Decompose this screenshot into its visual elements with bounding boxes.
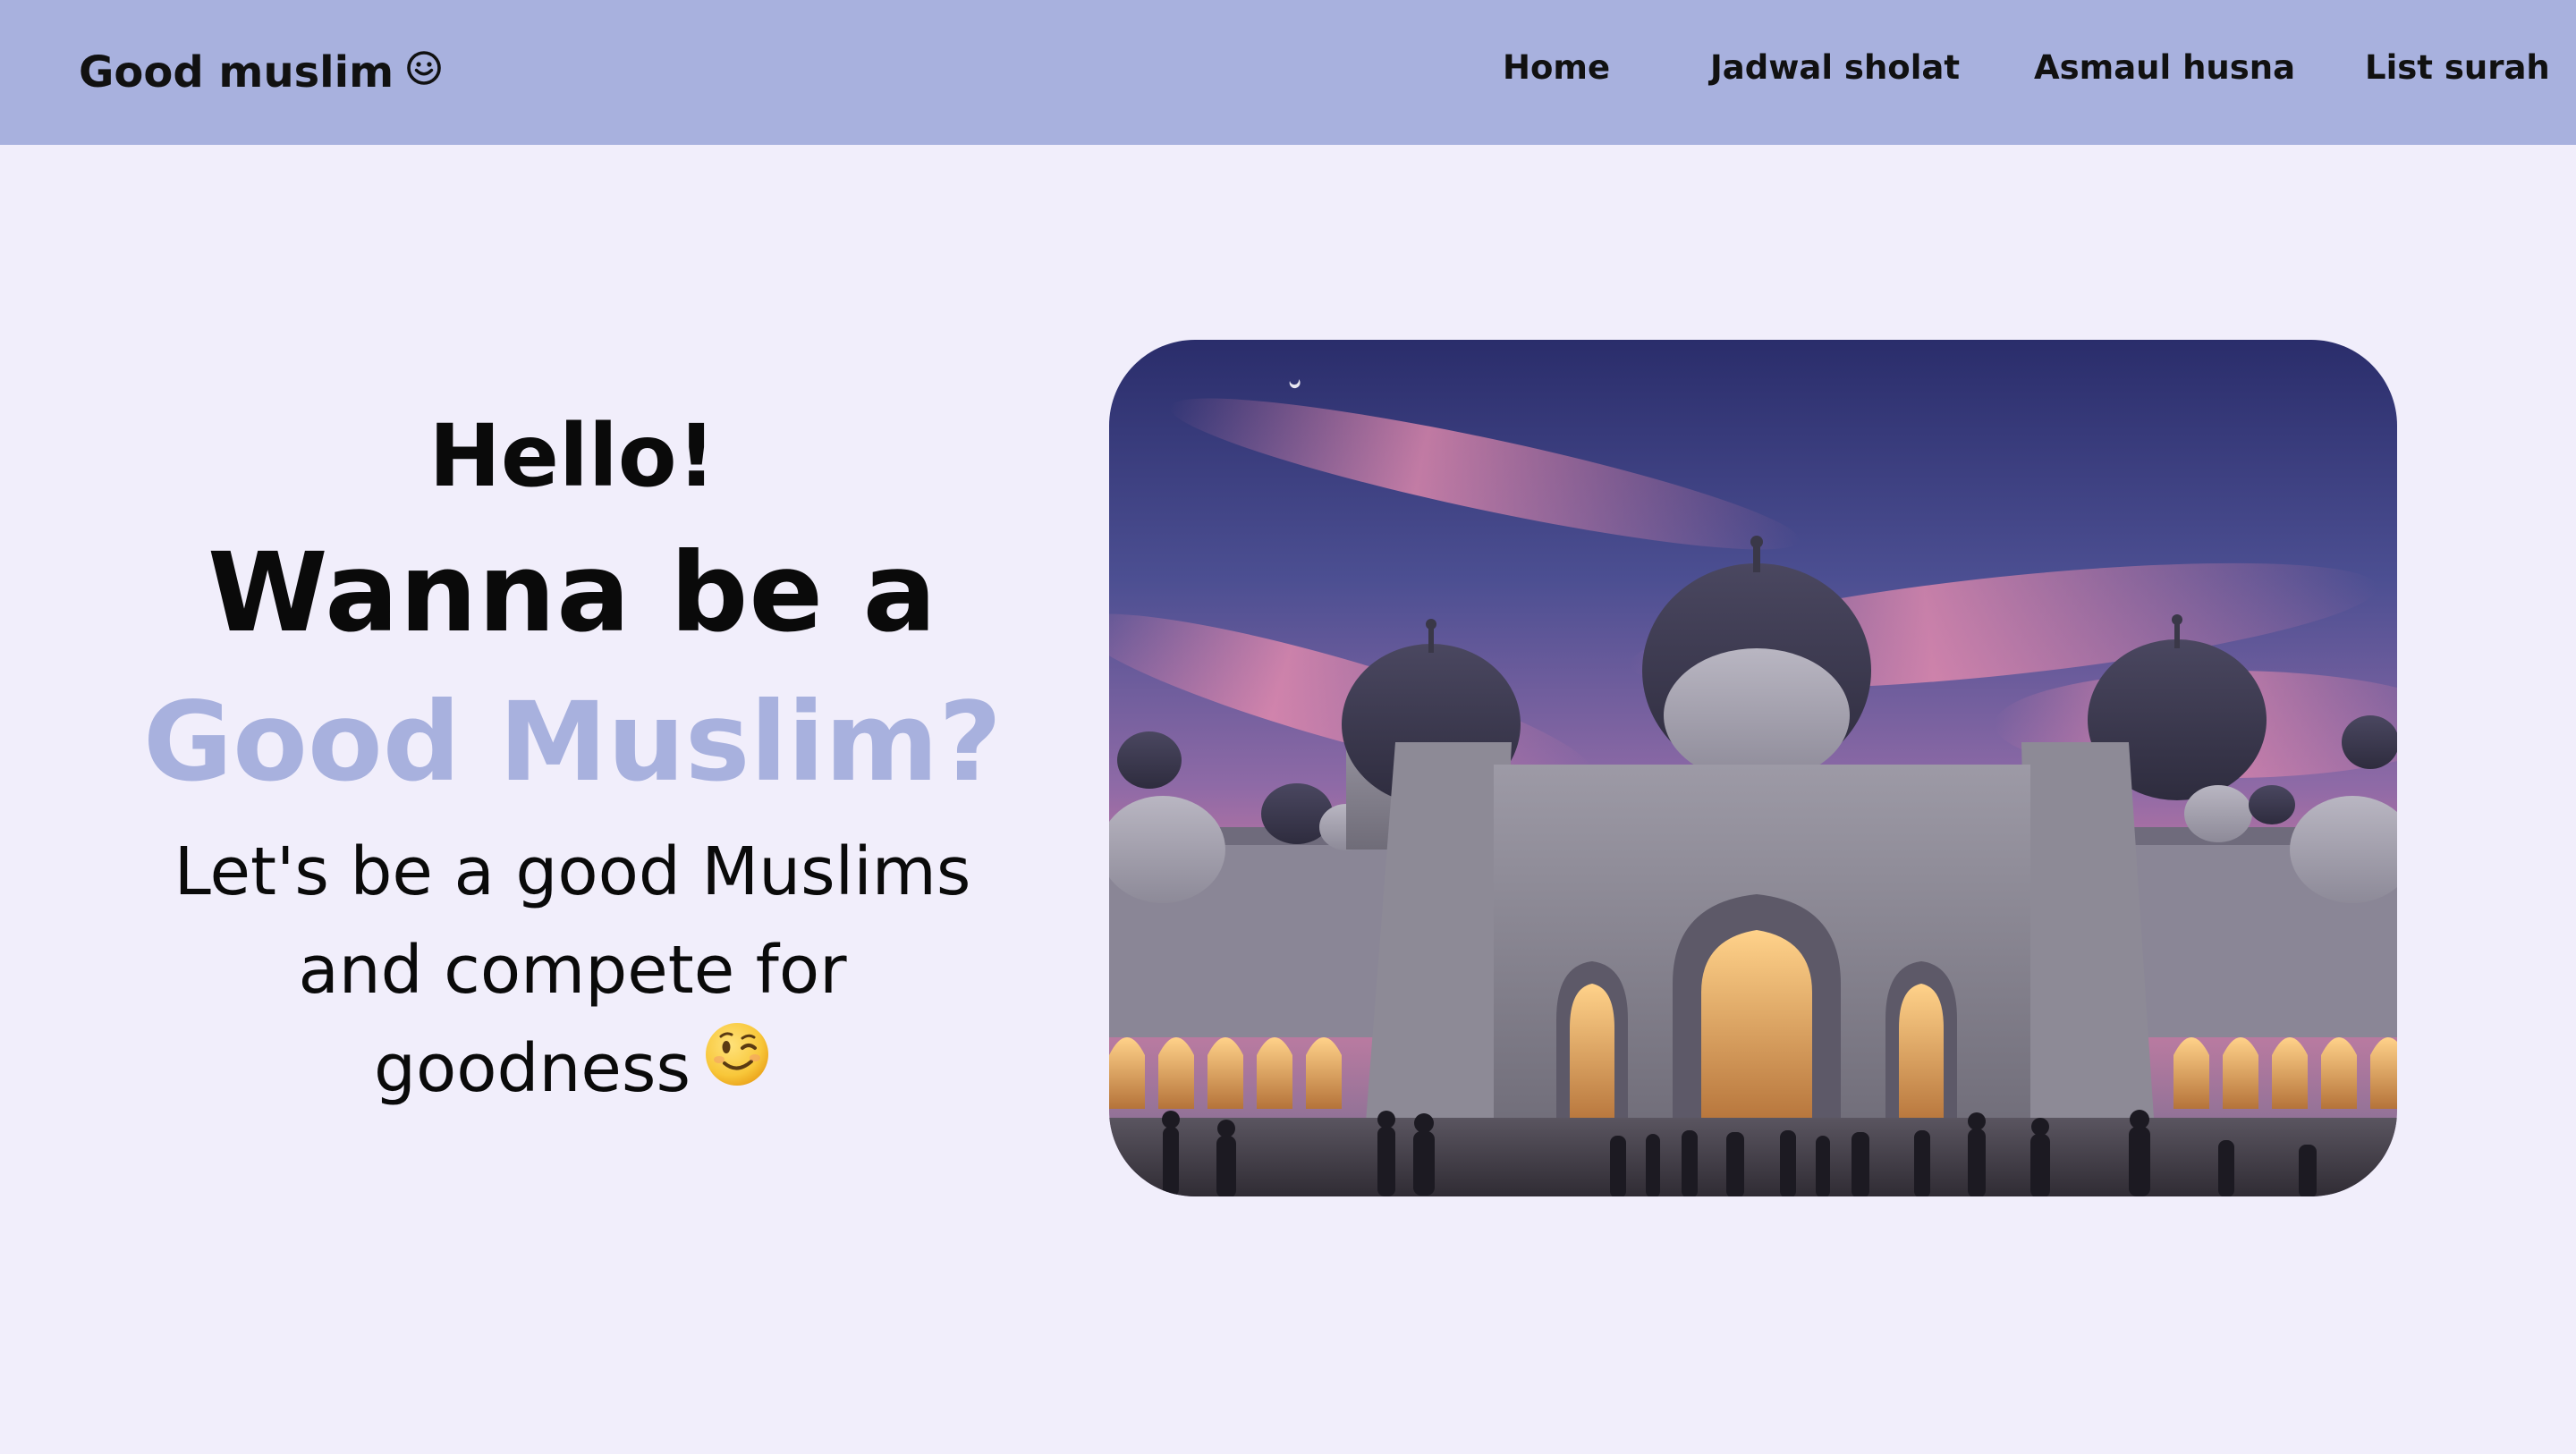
- hero-headline-highlight: Good Muslim?: [143, 679, 1002, 806]
- nav-link-home[interactable]: Home: [1503, 43, 1610, 93]
- hero-tagline-line-1: Let's be a good Muslims: [174, 833, 971, 910]
- brand-logo[interactable]: Good muslim: [79, 43, 442, 102]
- hero-tagline-line-3-wrap: goodness: [89, 1019, 1055, 1118]
- mosque-photo: [1109, 340, 2397, 1196]
- winking-face-icon: [703, 1017, 771, 1115]
- hero-tagline-line-2: and compete for: [298, 932, 847, 1009]
- hero-headline: Wanna be a: [208, 529, 937, 656]
- navbar: Good muslim Home Jadwal sholat Asmaul hu…: [0, 0, 2576, 145]
- nav-link-asmaul-husna[interactable]: Asmaul husna: [2034, 43, 2295, 93]
- nav-link-list-surah[interactable]: List surah: [2365, 43, 2550, 93]
- hero-tagline-line-3: goodness: [373, 1030, 691, 1107]
- mosque-illustration: [1109, 340, 2397, 1196]
- hero-tagline: Let's be a good Muslims and compete for …: [89, 823, 1055, 1118]
- brand-name: Good muslim: [79, 47, 394, 97]
- hero-greeting: Hello!: [428, 406, 716, 506]
- nav-link-jadwal-sholat[interactable]: Jadwal sholat: [1710, 43, 1960, 93]
- smiley-icon: [406, 42, 442, 101]
- hero-text: Hello! Wanna be a Good Muslim? Let's be …: [89, 393, 1055, 1118]
